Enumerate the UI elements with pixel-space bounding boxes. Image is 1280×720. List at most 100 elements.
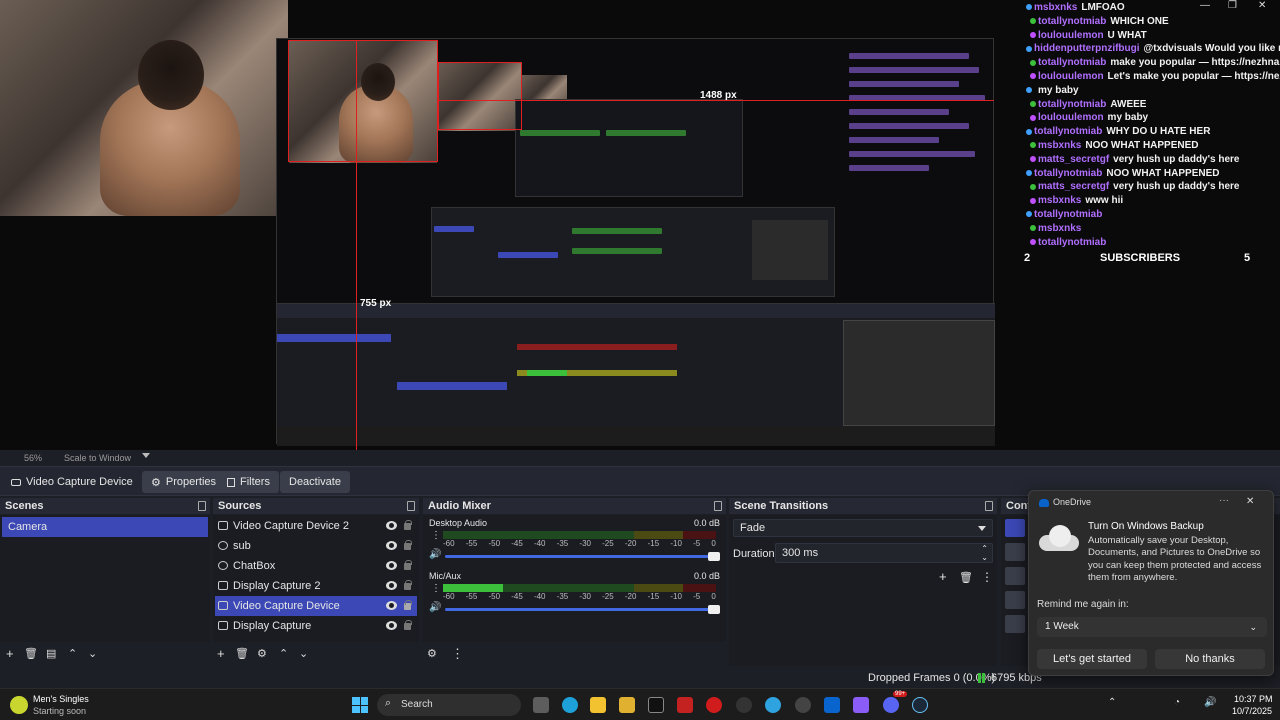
edge-icon[interactable]	[765, 697, 781, 713]
chevron-up-icon[interactable]: ⌃	[1108, 697, 1116, 708]
stepper-icon[interactable]: ⌃ ⌄	[981, 544, 988, 562]
lock-icon[interactable]	[404, 600, 412, 610]
move-up-icon[interactable]: ⌃	[279, 647, 288, 661]
no-thanks-button[interactable]: No thanks	[1155, 649, 1265, 669]
eye-icon[interactable]	[386, 581, 397, 590]
trash-icon[interactable]: 🗑	[235, 647, 249, 661]
trash-icon[interactable]: 🗑	[24, 647, 38, 661]
chevron-down-icon[interactable]	[142, 453, 150, 458]
add-transition-button[interactable]: +	[939, 569, 947, 584]
volume-icon[interactable]: 🔊	[1204, 697, 1216, 708]
clock-time[interactable]: 10:37 PM	[1234, 694, 1273, 704]
taskbar-search[interactable]: ⌕ Search	[377, 694, 521, 716]
opera-icon[interactable]	[706, 697, 722, 713]
transition-select[interactable]: Fade	[733, 519, 993, 537]
obs-icon[interactable]	[795, 697, 811, 713]
source-item[interactable]: ChatBox	[215, 556, 417, 576]
chevron-down-icon	[978, 526, 986, 531]
lock-icon[interactable]	[404, 560, 412, 570]
advanced-audio-icon[interactable]: ⚙	[427, 647, 437, 661]
minimize-button[interactable]: —	[1200, 0, 1210, 11]
remind-select[interactable]: 1 Week ⌄	[1037, 617, 1267, 637]
source-item[interactable]: sub	[215, 536, 417, 556]
dropped-frames: Dropped Frames 0 (0.0%)	[868, 672, 996, 684]
eye-icon[interactable]	[386, 541, 397, 550]
control-button[interactable]	[1005, 567, 1025, 585]
zoom-level[interactable]: 56%	[24, 453, 42, 463]
lets-get-started-button[interactable]: Let's get started	[1037, 649, 1147, 669]
close-button[interactable]: ✕	[1258, 0, 1266, 11]
dock-menu-icon[interactable]	[714, 501, 722, 511]
twitch-icon[interactable]	[853, 697, 869, 713]
eye-icon[interactable]	[386, 521, 397, 530]
filters-button[interactable]: Filters	[218, 471, 279, 493]
properties-button[interactable]: ⚙ Properties	[142, 471, 226, 493]
lock-icon[interactable]	[404, 580, 412, 590]
xbox-icon[interactable]	[736, 697, 752, 713]
volume-slider[interactable]	[445, 605, 720, 614]
source-item-selected[interactable]: Video Capture Device	[215, 596, 417, 616]
eye-icon[interactable]	[386, 601, 397, 610]
camera-icon	[11, 478, 21, 486]
control-button[interactable]	[1005, 615, 1025, 633]
scene-filter-icon[interactable]: ▤	[46, 647, 56, 661]
task-view-icon[interactable]	[533, 697, 549, 713]
dock-menu-icon[interactable]	[198, 501, 206, 511]
dock-menu-icon[interactable]	[985, 501, 993, 511]
program-preview-canvas[interactable]: 1488 px 755 px msbxnks LMFOAO totallynotmi…	[0, 0, 1280, 450]
drag-handle-icon[interactable]: ⋮	[431, 583, 441, 594]
more-icon[interactable]: ⋮	[451, 647, 464, 661]
gear-icon[interactable]: ⚙	[257, 647, 267, 661]
discord-icon[interactable]	[883, 697, 899, 713]
trash-icon[interactable]: 🗑	[959, 571, 973, 584]
chat-message: loulouulemon my baby	[1030, 112, 1148, 123]
start-streaming-button[interactable]	[1005, 519, 1025, 537]
onedrive-app-name: OneDrive	[1053, 497, 1092, 507]
drag-handle-icon[interactable]: ⋮	[431, 530, 441, 541]
tennis-ball-icon[interactable]	[10, 696, 28, 714]
speaker-icon[interactable]: 🔊	[429, 602, 441, 613]
chat-text: very hush up daddy's here	[1113, 181, 1240, 193]
eye-icon[interactable]	[386, 561, 397, 570]
source-item[interactable]: Video Capture Device 2	[215, 516, 417, 536]
width-readout: 1488 px	[700, 90, 737, 101]
dock-menu-icon[interactable]	[407, 501, 415, 511]
lock-icon[interactable]	[404, 620, 412, 630]
control-button[interactable]	[1005, 543, 1025, 561]
wifi-icon[interactable]: ◔	[1174, 697, 1180, 708]
outlook-icon[interactable]	[824, 697, 840, 713]
speaker-icon[interactable]: 🔊	[429, 549, 441, 560]
file-explorer-icon[interactable]	[590, 697, 606, 713]
chat-username: loulouulemon	[1038, 112, 1104, 124]
store-icon[interactable]	[619, 697, 635, 713]
lock-icon[interactable]	[404, 520, 412, 530]
steam-icon[interactable]	[912, 697, 928, 713]
scene-item-camera[interactable]: Camera	[2, 517, 208, 537]
tick-label: -25	[602, 592, 614, 601]
maximize-button[interactable]: ❐	[1228, 0, 1237, 11]
eye-icon[interactable]	[386, 621, 397, 630]
more-icon[interactable]: ⋮	[981, 570, 993, 584]
lock-icon[interactable]	[404, 540, 412, 550]
scale-mode[interactable]: Scale to Window	[64, 453, 131, 463]
capcut-icon[interactable]	[648, 697, 664, 713]
source-item[interactable]: Display Capture	[215, 616, 417, 636]
badge-icon	[1026, 45, 1032, 52]
roblox-icon[interactable]	[677, 697, 693, 713]
move-down-icon[interactable]: ⌄	[88, 647, 97, 661]
copilot-icon[interactable]	[562, 697, 578, 713]
move-up-icon[interactable]: ⌃	[68, 647, 77, 661]
more-options-button[interactable]: ···	[1219, 495, 1229, 506]
add-source-button[interactable]: +	[217, 647, 225, 661]
volume-slider[interactable]	[445, 552, 720, 561]
close-icon[interactable]: ✕	[1246, 496, 1254, 507]
duration-input[interactable]: 300 ms ⌃ ⌄	[775, 543, 993, 563]
source-item[interactable]: Display Capture 2	[215, 576, 417, 596]
clock-date[interactable]: 10/7/2025	[1232, 706, 1272, 716]
deactivate-button[interactable]: Deactivate	[280, 471, 350, 493]
selection-box[interactable]	[288, 40, 438, 162]
control-button[interactable]	[1005, 591, 1025, 609]
add-scene-button[interactable]: +	[6, 647, 14, 661]
move-down-icon[interactable]: ⌄	[299, 647, 308, 661]
windows-start-icon[interactable]	[352, 697, 368, 713]
